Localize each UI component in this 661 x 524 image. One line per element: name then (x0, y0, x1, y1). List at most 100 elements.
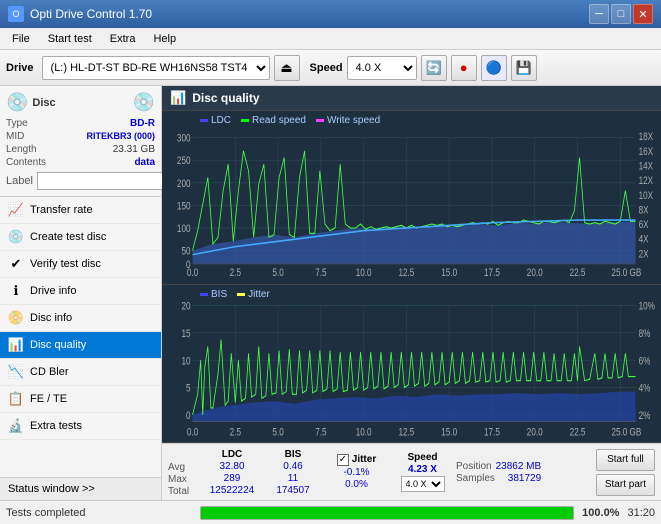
status-window-label: Status window >> (8, 483, 95, 495)
progress-bar-container (200, 506, 574, 520)
eject-button[interactable]: ⏏ (274, 55, 300, 81)
legend-write-speed-label: Write speed (327, 115, 380, 126)
type-label: Type (6, 118, 28, 129)
jitter-check-row: ✓ Jitter (337, 454, 376, 466)
jitter-checkbox[interactable]: ✓ (337, 454, 349, 466)
toolbar: Drive (L:) HL-DT-ST BD-RE WH16NS58 TST4 … (0, 50, 661, 86)
start-part-button[interactable]: Start part (596, 474, 655, 496)
length-label: Length (6, 144, 37, 155)
chart-header: 📊 Disc quality (162, 86, 661, 111)
nav-transfer-rate[interactable]: 📈 Transfer rate (0, 197, 161, 224)
svg-text:15.0: 15.0 (441, 267, 457, 279)
disc-detail-icon: 💿 (133, 92, 155, 113)
total-ldc: 12522224 (210, 485, 255, 496)
status-pct: 100.0% (582, 507, 619, 519)
close-button[interactable]: ✕ (633, 4, 653, 24)
status-bar: Tests completed 100.0% 31:20 (0, 500, 661, 524)
position-value: 23862 MB (496, 461, 542, 472)
svg-text:4X: 4X (639, 234, 650, 246)
label-input[interactable] (37, 172, 177, 190)
total-label: Total (168, 486, 196, 497)
nav-drive-info[interactable]: ℹ Drive info (0, 278, 161, 305)
svg-text:20.0: 20.0 (527, 426, 543, 438)
disc-section: 💿 Disc 💿 Type BD-R MID RITEKBR3 (000) Le… (0, 86, 161, 197)
svg-text:22.5: 22.5 (570, 267, 586, 279)
settings-button[interactable]: 🔵 (481, 55, 507, 81)
svg-text:7.5: 7.5 (315, 426, 326, 438)
svg-text:5.0: 5.0 (272, 267, 283, 279)
ldc-col-header: LDC (222, 449, 243, 460)
menu-file[interactable]: File (4, 31, 38, 47)
svg-text:4%: 4% (639, 382, 651, 394)
nav-verify-test-disc[interactable]: ✔ Verify test disc (0, 251, 161, 278)
svg-text:0.0: 0.0 (187, 426, 198, 438)
legend-jitter-label: Jitter (248, 289, 270, 300)
contents-label: Contents (6, 157, 46, 168)
svg-text:20: 20 (181, 300, 190, 312)
svg-text:10.0: 10.0 (356, 267, 372, 279)
svg-text:300: 300 (177, 133, 191, 145)
avg-bis: 0.46 (283, 461, 302, 472)
save-button[interactable]: 💾 (511, 55, 537, 81)
drive-select[interactable]: (L:) HL-DT-ST BD-RE WH16NS58 TST4 (42, 56, 270, 80)
refresh-button[interactable]: 🔄 (421, 55, 447, 81)
title-bar: O Opti Drive Control 1.70 ─ □ ✕ (0, 0, 661, 28)
svg-text:17.5: 17.5 (484, 267, 500, 279)
nav-create-test-disc[interactable]: 💿 Create test disc (0, 224, 161, 251)
disc-quality-icon: 📊 (8, 337, 24, 353)
mid-label: MID (6, 131, 24, 142)
svg-text:5.0: 5.0 (272, 426, 283, 438)
record-button[interactable]: ● (451, 55, 477, 81)
nav-create-test-disc-label: Create test disc (30, 231, 106, 243)
cd-bler-icon: 📉 (8, 364, 24, 380)
legend-write-speed: Write speed (316, 115, 380, 126)
legend-ldc: LDC (200, 115, 231, 126)
create-test-disc-icon: 💿 (8, 229, 24, 245)
chart-header-icon: 📊 (170, 90, 186, 106)
nav-disc-info[interactable]: 📀 Disc info (0, 305, 161, 332)
max-jitter: 0.0% (345, 479, 368, 490)
svg-text:200: 200 (177, 178, 191, 190)
drive-info-icon: ℹ (8, 283, 24, 299)
menu-extra[interactable]: Extra (102, 31, 144, 47)
svg-text:18X: 18X (639, 131, 654, 143)
nav-extra-tests[interactable]: 🔬 Extra tests (0, 413, 161, 440)
nav-disc-quality[interactable]: 📊 Disc quality (0, 332, 161, 359)
svg-text:20.0: 20.0 (527, 267, 543, 279)
position-label: Position (456, 461, 492, 472)
stats-section: Avg Max Total LDC 32.80 289 12522224 BIS… (162, 443, 661, 500)
svg-text:0.0: 0.0 (187, 267, 198, 279)
svg-text:8%: 8% (639, 328, 651, 340)
nav-verify-test-disc-label: Verify test disc (30, 258, 101, 270)
legend-bis: BIS (200, 289, 227, 300)
nav-cd-bler[interactable]: 📉 CD Bler (0, 359, 161, 386)
speed-select[interactable]: 4.0 X 2.0 X 8.0 X (347, 56, 417, 80)
left-panel: 💿 Disc 💿 Type BD-R MID RITEKBR3 (000) Le… (0, 86, 162, 500)
speed-select-stat[interactable]: 4.0 X (401, 476, 445, 492)
menu-help[interactable]: Help (145, 31, 184, 47)
progress-bar-fill (201, 507, 573, 519)
legend-read-speed: Read speed (241, 115, 306, 126)
extra-tests-icon: 🔬 (8, 418, 24, 434)
maximize-button[interactable]: □ (611, 4, 631, 24)
nav-fe-te[interactable]: 📋 FE / TE (0, 386, 161, 413)
start-full-button[interactable]: Start full (596, 449, 655, 471)
nav-cd-bler-label: CD Bler (30, 366, 69, 378)
status-window-button[interactable]: Status window >> (0, 477, 161, 500)
legend-jitter: Jitter (237, 289, 270, 300)
svg-text:50: 50 (181, 246, 190, 258)
status-text: Tests completed (6, 507, 192, 519)
svg-text:6%: 6% (639, 355, 651, 367)
minimize-button[interactable]: ─ (589, 4, 609, 24)
svg-text:10X: 10X (639, 190, 654, 202)
legend-read-speed-color (241, 119, 249, 122)
svg-text:150: 150 (177, 200, 191, 212)
legend-ldc-color (200, 119, 208, 122)
fe-te-icon: 📋 (8, 391, 24, 407)
avg-label: Avg (168, 462, 196, 473)
right-panel: 📊 Disc quality LDC Read speed Write spee… (162, 86, 661, 500)
disc-header-label: Disc (32, 97, 55, 109)
menu-bar: File Start test Extra Help (0, 28, 661, 50)
menu-start-test[interactable]: Start test (40, 31, 100, 47)
svg-text:10%: 10% (639, 300, 656, 312)
